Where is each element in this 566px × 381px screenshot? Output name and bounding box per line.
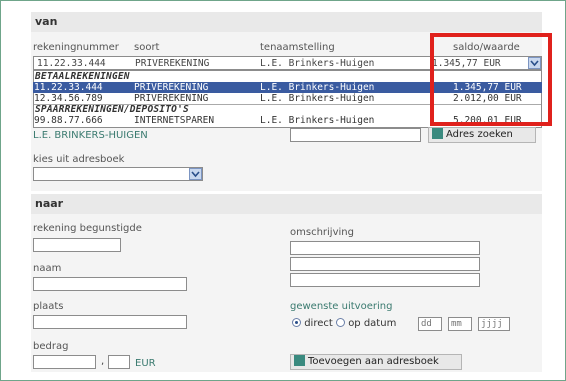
option-number: 11.22.33.444 xyxy=(34,82,103,93)
radio-date[interactable] xyxy=(336,317,345,327)
group-title-betaal: BETAALREKENINGEN xyxy=(35,71,130,82)
addressbook-dropdown-button[interactable] xyxy=(189,168,202,180)
date-month-input[interactable] xyxy=(448,317,472,331)
amount-euros-input[interactable] xyxy=(33,355,96,369)
option-type: PRIVEREKENING xyxy=(134,82,209,93)
add-to-addressbook-label: Toevoegen aan adresboek xyxy=(308,356,439,367)
beneficiary-account-input[interactable] xyxy=(33,238,121,252)
option-number: 12.34.56.789 xyxy=(34,93,103,104)
amount-cents-input[interactable] xyxy=(108,355,130,369)
highlight-box xyxy=(430,33,552,126)
description-label: omschrijving xyxy=(290,227,354,238)
selected-account-type: PRIVEREKENING xyxy=(135,58,210,69)
name-input[interactable] xyxy=(33,277,187,291)
radio-direct-label: direct xyxy=(304,318,333,329)
name-label: naam xyxy=(33,263,62,274)
col-soort: soort xyxy=(134,42,160,53)
beneficiary-account-label: rekening begunstigde xyxy=(33,223,142,234)
group-title-spaar: SPAARREKENINGEN/DEPOSITO'S xyxy=(35,104,189,115)
address-search-label: Adres zoeken xyxy=(446,129,513,140)
add-icon xyxy=(294,354,305,366)
execution-label: gewenste uitvoering xyxy=(290,301,393,312)
search-icon xyxy=(432,127,443,139)
address-search-button[interactable]: Adres zoeken xyxy=(428,127,536,143)
execution-option-date[interactable]: op datum xyxy=(336,317,397,329)
col-tenaamstelling: tenaamstelling xyxy=(260,42,335,53)
radio-date-label: op datum xyxy=(348,318,397,329)
transfer-form: van rekeningnummer soort tenaamstelling … xyxy=(0,0,566,381)
currency-label: EUR xyxy=(135,358,156,369)
option-holder: L.E. Brinkers-Huigen xyxy=(260,115,375,126)
radio-direct[interactable] xyxy=(292,317,301,327)
addressbook-label: kies uit adresboek xyxy=(33,154,125,165)
option-type: PRIVEREKENING xyxy=(134,93,209,104)
execution-option-direct[interactable]: direct xyxy=(292,317,333,329)
amount-label: bedrag xyxy=(33,341,69,352)
col-rekeningnummer: rekeningnummer xyxy=(33,42,119,53)
date-year-input[interactable] xyxy=(478,317,510,331)
description-line-1[interactable] xyxy=(290,241,480,255)
selected-account-holder: L.E. Brinkers-Huigen xyxy=(260,58,375,69)
option-holder: L.E. Brinkers-Huigen xyxy=(260,93,375,104)
description-line-2[interactable] xyxy=(290,257,480,271)
address-search-input[interactable] xyxy=(290,128,421,142)
place-label: plaats xyxy=(33,301,64,312)
add-to-addressbook-button[interactable]: Toevoegen aan adresboek xyxy=(290,354,462,370)
naar-heading: naar xyxy=(31,194,542,214)
addressbook-select[interactable] xyxy=(33,167,203,181)
option-type: INTERNETSPAREN xyxy=(134,115,215,126)
option-number: 99.88.77.666 xyxy=(34,115,103,126)
option-holder: L.E. Brinkers-Huigen xyxy=(260,82,375,93)
selected-account-number: 11.22.33.444 xyxy=(37,58,106,69)
description-line-3[interactable] xyxy=(290,273,480,287)
chevron-down-icon xyxy=(191,171,200,178)
van-heading: van xyxy=(31,12,542,32)
place-input[interactable] xyxy=(33,315,187,329)
account-holder-link[interactable]: L.E. BRINKERS-HUIGEN xyxy=(33,130,148,141)
date-day-input[interactable] xyxy=(418,317,442,331)
amount-separator: , xyxy=(101,356,105,367)
